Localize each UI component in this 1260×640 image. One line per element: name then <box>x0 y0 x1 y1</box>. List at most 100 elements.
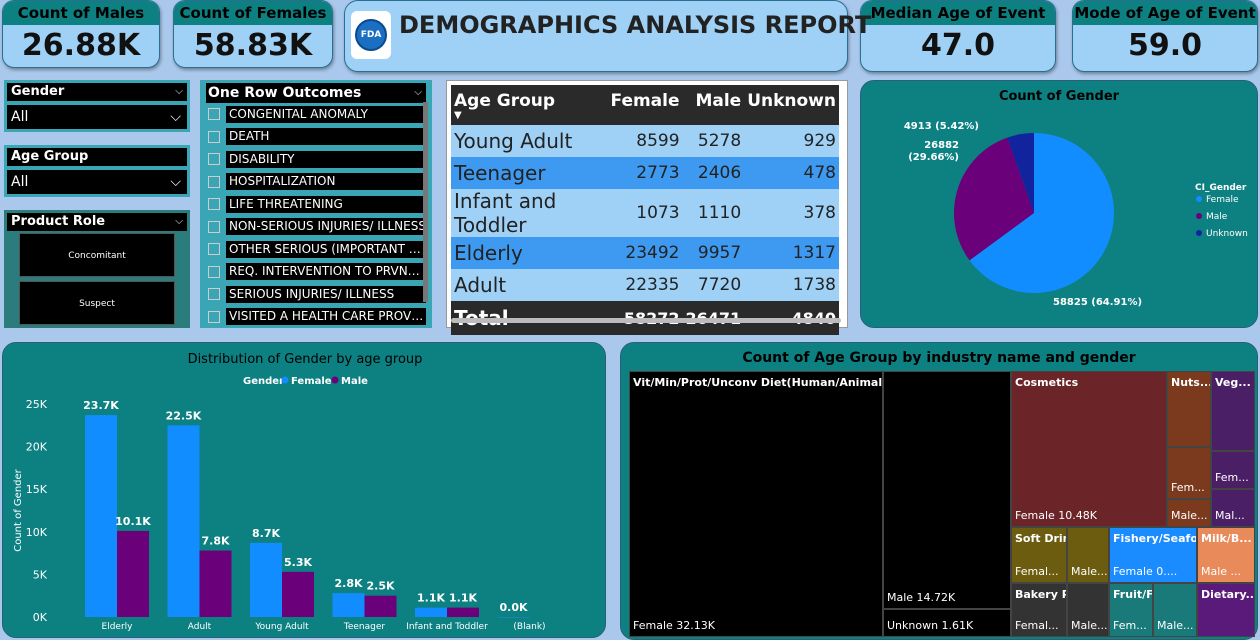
treemap-value-label: Female 0.... <box>1113 565 1178 578</box>
treemap-value-label: Femal... <box>1015 619 1059 632</box>
treemap-cell[interactable]: Fem... <box>1211 451 1255 489</box>
legend-item[interactable]: Male <box>341 376 368 387</box>
checkbox[interactable] <box>208 243 220 256</box>
bar-female[interactable] <box>250 542 282 617</box>
treemap-cell[interactable]: Fem... <box>1167 447 1211 499</box>
outcome-item[interactable]: NON-SERIOUS INJURIES/ ILLNESS <box>200 216 432 239</box>
outcome-item[interactable]: OTHER SERIOUS (IMPORTANT ME... <box>200 238 432 261</box>
bar-male[interactable] <box>282 571 314 617</box>
bar-male[interactable] <box>447 607 479 617</box>
treemap-value-label: Fem... <box>1113 619 1147 632</box>
treemap-cell[interactable]: Soft Drink/Water Femal... <box>1011 527 1067 583</box>
column-header-unknown[interactable]: Unknown <box>744 85 839 125</box>
bar-data-label: 5.3K <box>284 556 312 569</box>
table-row[interactable]: Infant and Toddler 1073 1110 378 <box>451 189 839 237</box>
table-row[interactable]: Young Adult 8599 5278 929 <box>451 125 839 157</box>
product-role-concomitant[interactable]: Concomitant <box>19 233 175 277</box>
table-cell: Infant and Toddler <box>451 189 608 237</box>
gender-dropdown[interactable]: All ⌵ <box>7 105 187 129</box>
chevron-down-icon: ⌵ <box>170 174 181 190</box>
bar-male[interactable] <box>117 530 149 617</box>
kpi-value: 26.88K <box>21 28 141 63</box>
legend-marker <box>331 376 339 384</box>
treemap-cell[interactable]: Vit/Min/Prot/Unconv Diet(Human/Animal) Fe… <box>629 371 883 637</box>
treemap-cell[interactable]: Fruit/Fruit Prod Fem... <box>1109 583 1153 637</box>
outcome-item[interactable]: DISABILITY <box>200 148 432 171</box>
treemap-cell[interactable]: Male... <box>1067 527 1109 583</box>
slicer-label: Gender ⌵ <box>7 83 187 101</box>
treemap-category-label: Cosmetics <box>1015 376 1079 389</box>
treemap-cell[interactable]: Veg... <box>1211 371 1255 451</box>
bar-male[interactable] <box>199 550 232 617</box>
legend-item[interactable]: Female <box>1206 195 1239 205</box>
column-header-age-group[interactable]: Age Group ▼ <box>451 85 608 125</box>
outcome-item[interactable]: REQ. INTERVENTION TO PRVNT P... <box>200 261 432 284</box>
table-row[interactable]: Teenager 2773 2406 478 <box>451 157 839 189</box>
treemap-cell[interactable]: Male... <box>1153 583 1197 637</box>
legend-item[interactable]: Unknown <box>1206 229 1248 239</box>
treemap-category-label: Dietary... <box>1201 588 1255 601</box>
gender-bar-chart: Distribution of Gender by age group Gende… <box>13 352 546 632</box>
bar-female[interactable] <box>415 607 447 617</box>
product-role-suspect[interactable]: Suspect <box>19 281 175 325</box>
horizontal-scrollbar[interactable] <box>451 318 841 323</box>
table-cell: 2406 <box>682 157 745 189</box>
bar-data-label: 2.8K <box>334 577 362 590</box>
industry-treemap-panel: Count of Age Group by industry name and … <box>620 342 1258 640</box>
outcome-item[interactable]: CONGENITAL ANOMALY <box>200 103 432 126</box>
treemap-cell[interactable]: Mal... <box>1211 489 1255 527</box>
treemap-cell[interactable]: Fishery/Seafo... Female 0.... <box>1109 527 1197 583</box>
bar-data-label: 2.5K <box>366 580 394 593</box>
bar-male[interactable] <box>364 595 397 617</box>
table-row[interactable]: Elderly 23492 9957 1317 <box>451 237 839 269</box>
outcome-label: VISITED A HEALTH CARE PROVIDER <box>226 308 426 326</box>
treemap-cell[interactable]: Bakery Prod/D... Femal... <box>1011 583 1067 637</box>
checkbox[interactable] <box>208 175 220 188</box>
table-cell: 1317 <box>744 237 839 269</box>
fda-seal-icon: FDA <box>355 19 387 51</box>
treemap-cell[interactable]: Unknown 1.61K <box>883 609 1011 637</box>
checkbox[interactable] <box>208 288 220 301</box>
outcome-item[interactable]: SERIOUS INJURIES/ ILLNESS <box>200 283 432 306</box>
bar-female[interactable] <box>497 617 530 618</box>
outcome-item[interactable]: LIFE THREATENING <box>200 193 432 216</box>
table-cell: Adult <box>451 269 608 301</box>
table-cell: Elderly <box>451 237 608 269</box>
outcome-item[interactable]: VISITED A HEALTH CARE PROVIDER <box>200 306 432 329</box>
kpi-value: 58.83K <box>193 28 313 63</box>
treemap-cell[interactable]: Male... <box>1167 499 1211 527</box>
treemap-cell[interactable]: Male... <box>1067 583 1109 637</box>
treemap-value-label: Female 10.48K <box>1015 509 1097 522</box>
legend-marker <box>1196 196 1202 202</box>
outcome-item[interactable]: HOSPITALIZATION <box>200 171 432 194</box>
legend-item[interactable]: Male <box>1206 212 1228 222</box>
scrollbar[interactable] <box>423 102 428 302</box>
checkbox[interactable] <box>208 220 220 233</box>
treemap-cell[interactable]: Milk/B... Male ... <box>1197 527 1255 583</box>
checkbox[interactable] <box>208 130 220 143</box>
checkbox[interactable] <box>208 153 220 166</box>
fda-logo: FDA <box>351 11 391 59</box>
treemap-cell[interactable]: Nuts... <box>1167 371 1211 447</box>
bar-female[interactable] <box>332 593 365 617</box>
column-header-female[interactable]: Female <box>607 85 683 125</box>
table-cell: 929 <box>744 125 839 157</box>
legend-item[interactable]: Female <box>291 376 332 387</box>
treemap-cell[interactable]: Male 14.72K <box>883 371 1011 609</box>
bar-female[interactable] <box>85 415 117 617</box>
treemap-cell[interactable]: Cosmetics Female 10.48K <box>1011 371 1167 527</box>
table-cell: Young Adult <box>451 125 608 157</box>
outcome-label: NON-SERIOUS INJURIES/ ILLNESS <box>226 218 426 236</box>
column-header-male[interactable]: Male <box>682 85 745 125</box>
checkbox[interactable] <box>208 198 220 211</box>
checkbox[interactable] <box>208 265 220 278</box>
outcomes-slicer: One Row Outcomes ⌵ CONGENITAL ANOMALY DEAT… <box>200 80 432 328</box>
age-group-dropdown[interactable]: All ⌵ <box>7 170 187 194</box>
bar-female[interactable] <box>167 425 200 617</box>
outcome-item[interactable]: DEATH <box>200 126 432 149</box>
checkbox[interactable] <box>208 310 220 323</box>
table-row[interactable]: Adult 22335 7720 1738 <box>451 269 839 301</box>
checkbox[interactable] <box>208 108 220 121</box>
treemap-cell[interactable]: Dietary... <box>1197 583 1255 637</box>
kpi-value: 59.0 <box>1127 28 1203 63</box>
